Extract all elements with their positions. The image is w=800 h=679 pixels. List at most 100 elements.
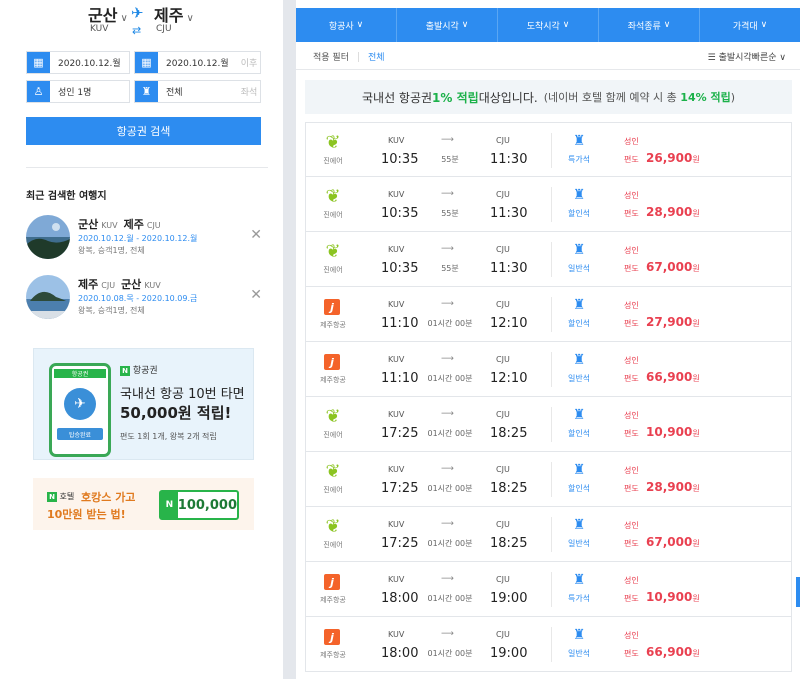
seat-icon: ♜ — [572, 133, 586, 149]
seat-icon: ♜ — [572, 627, 586, 643]
recent-info: 왕복, 승객1명, 전체 — [78, 246, 145, 255]
recent-from-code: KUV — [101, 221, 118, 230]
naver-logo-icon: N — [47, 491, 57, 502]
recent-route: 제주 CJU 군산 KUV — [78, 276, 167, 292]
calendar-icon: ▦ — [135, 52, 158, 73]
flight-row[interactable]: j 제주항공 KUV 11:10 ⟶ 01시간 00분 CJU 12:10 ♜ 일반석 성인 편도 66… — [305, 342, 792, 397]
flight-duration: 55분 — [441, 155, 459, 164]
recent-title: 최근 검색한 여행지 — [26, 191, 107, 202]
recent-item[interactable]: 군산 KUV 제주 CJU 2020.10.12.월 - 2020.10.12.월 왕… — [26, 215, 266, 261]
close-icon[interactable]: ✕ — [250, 287, 262, 303]
swap-icon[interactable]: ⇄ — [132, 24, 141, 37]
fare-price[interactable]: 28,900원 — [646, 480, 700, 494]
close-icon[interactable]: ✕ — [250, 227, 262, 243]
fare-price[interactable]: 67,000원 — [646, 260, 700, 274]
arrive-code: CJU — [496, 300, 510, 309]
fare-price[interactable]: 27,900원 — [646, 315, 700, 329]
arrive-code: CJU — [496, 355, 510, 364]
divider — [551, 187, 552, 222]
passenger-type: 성인 — [624, 411, 639, 420]
hotel-promo-banner[interactable]: N 호텔 호캉스 가고 10만원 받는 법! N 100,000 — [33, 478, 254, 530]
trip-type: 편도 — [624, 209, 639, 218]
flight-row[interactable]: ❦ 진에어 KUV 10:35 ⟶ 55분 CJU 11:30 ♜ 할인석 성인 편도 28,900원 — [305, 177, 792, 232]
seat-icon: ♜ — [572, 462, 586, 478]
origin-city: 군산 — [88, 6, 118, 25]
recent-dates: 2020.10.12.월 - 2020.10.12.월 — [78, 234, 198, 243]
phone-pill: 탑승완료 — [57, 428, 103, 440]
origin-select[interactable]: 군산 ∨ — [88, 2, 128, 26]
fare-price[interactable]: 10,900원 — [646, 590, 700, 604]
chevron-down-icon: ∨ — [356, 20, 364, 30]
seat-class-field[interactable]: ♜ 전체 좌석 — [134, 80, 261, 103]
tab-arrive-time[interactable]: 도착시각 ∨ — [498, 8, 599, 42]
flight-row[interactable]: ❦ 진에어 KUV 17:25 ⟶ 01시간 00분 CJU 18:25 ♜ 할인석 성인 편도 28,… — [305, 452, 792, 507]
destination-thumbnail — [26, 275, 70, 319]
flight-row[interactable]: j 제주항공 KUV 18:00 ⟶ 01시간 00분 CJU 19:00 ♜ 일반석 성인 편도 66… — [305, 617, 792, 672]
currency-unit: 원 — [692, 319, 700, 328]
tab-depart-time[interactable]: 출발시각 ∨ — [397, 8, 498, 42]
fare-price[interactable]: 28,900원 — [646, 205, 700, 219]
search-button[interactable]: 항공권 검색 — [26, 117, 261, 145]
depart-time: 17:25 — [381, 481, 419, 496]
applied-filter-value[interactable]: 전체 — [368, 50, 385, 63]
fare-price[interactable]: 26,900원 — [646, 151, 700, 165]
trip-type: 편도 — [624, 429, 639, 438]
banner-headline: 호캉스 가고 — [81, 491, 136, 504]
flight-row[interactable]: j 제주항공 KUV 18:00 ⟶ 01시간 00분 CJU 19:00 ♜ 특가석 성인 편도 10… — [305, 562, 792, 617]
recent-to: 제주 — [123, 218, 144, 231]
flight-row[interactable]: ❦ 진에어 KUV 10:35 ⟶ 55분 CJU 11:30 ♜ 일반석 성인 편도 67,000원 — [305, 232, 792, 287]
seat-type: 할인석 — [567, 319, 591, 328]
tab-label: 가격대 — [732, 21, 758, 32]
recent-info: 왕복, 승객1명, 전체 — [78, 306, 145, 315]
divider — [551, 297, 552, 332]
airline-name: 진에어 — [323, 486, 343, 494]
depart-date-value: 2020.10.12.월 — [58, 59, 121, 69]
recent-item[interactable]: 제주 CJU 군산 KUV 2020.10.08.목 - 2020.10.09.금 왕… — [26, 275, 266, 321]
depart-date-field[interactable]: ▦ 2020.10.12.월 — [26, 51, 130, 74]
flight-row[interactable]: j 제주항공 KUV 11:10 ⟶ 01시간 00분 CJU 12:10 ♜ 할인석 성인 편도 27… — [305, 287, 792, 342]
passenger-type: 성인 — [624, 356, 639, 365]
tab-price-range[interactable]: 가격대 ∨ — [700, 8, 800, 42]
route-selector: 군산 ∨ KUV ✈ ⇄ 제주 ∨ CJU — [0, 2, 283, 40]
depart-time: 17:25 — [381, 426, 419, 441]
depart-code: KUV — [388, 245, 405, 254]
airline-name: 제주항공 — [320, 376, 346, 384]
jin-air-logo-icon: ❦ — [325, 186, 341, 207]
fare-price[interactable]: 10,900원 — [646, 425, 700, 439]
tab-airline[interactable]: 항공사 ∨ — [296, 8, 397, 42]
dest-select[interactable]: 제주 ∨ — [154, 2, 194, 26]
applied-filter-label: 적용 필터 — [313, 53, 349, 63]
flight-row[interactable]: ❦ 진에어 KUV 10:35 ⟶ 55분 CJU 11:30 ♜ 특가석 성인 편도 26,900원 — [305, 122, 792, 177]
price-value: 10,900 — [646, 425, 693, 439]
chevron-down-icon: ∨ — [120, 13, 128, 24]
sort-select[interactable]: ☰ 출발시각빠른순 ∨ — [708, 50, 786, 63]
fare-price[interactable]: 67,000원 — [646, 535, 700, 549]
flight-row[interactable]: ❦ 진에어 KUV 17:25 ⟶ 01시간 00분 CJU 18:25 ♜ 할인석 성인 편도 10,… — [305, 397, 792, 452]
jeju-air-logo-icon: j — [324, 354, 340, 370]
scrollbar[interactable] — [796, 577, 800, 607]
currency-unit: 원 — [692, 649, 700, 658]
seat-class-value: 전체 — [166, 88, 183, 98]
applied-filter-row: 적용 필터 전체 ☰ 출발시각빠른순 ∨ — [296, 44, 800, 70]
results-panel: 항공사 ∨ 출발시각 ∨ 도착시각 ∨ 좌석종류 ∨ 가격대 ∨ 적용 필터 전… — [296, 0, 800, 679]
depart-time: 10:35 — [381, 261, 419, 276]
fare-price[interactable]: 66,900원 — [646, 370, 700, 384]
return-date-field[interactable]: ▦ 2020.10.12.월 이후 — [134, 51, 261, 74]
passenger-type: 성인 — [624, 301, 639, 310]
arrive-code: CJU — [496, 190, 510, 199]
flight-row[interactable]: ❦ 진에어 KUV 17:25 ⟶ 01시간 00분 CJU 18:25 ♜ 일반석 성인 편도 67,… — [305, 507, 792, 562]
currency-unit: 원 — [692, 374, 700, 383]
airline-points-banner[interactable]: 항공권 ✈ 탑승완료 N 항공권 국내선 항공 10번 타면 50,000원 적… — [33, 348, 254, 460]
tab-seat-type[interactable]: 좌석종류 ∨ — [599, 8, 700, 42]
currency-unit: 원 — [692, 484, 700, 493]
seat-icon: ♜ — [572, 187, 586, 203]
flight-duration: 01시간 00분 — [427, 319, 473, 328]
recent-from-code: CJU — [101, 281, 116, 290]
flight-duration: 01시간 00분 — [427, 649, 473, 658]
promo-sub-end: ) — [730, 91, 735, 104]
flight-duration: 01시간 00분 — [427, 429, 473, 438]
fare-price[interactable]: 66,900원 — [646, 645, 700, 659]
chevron-down-icon: ∨ — [760, 20, 768, 30]
passenger-field[interactable]: ♙ 성인 1명 — [26, 80, 130, 103]
banner-brand-label: 호텔 — [59, 492, 75, 501]
